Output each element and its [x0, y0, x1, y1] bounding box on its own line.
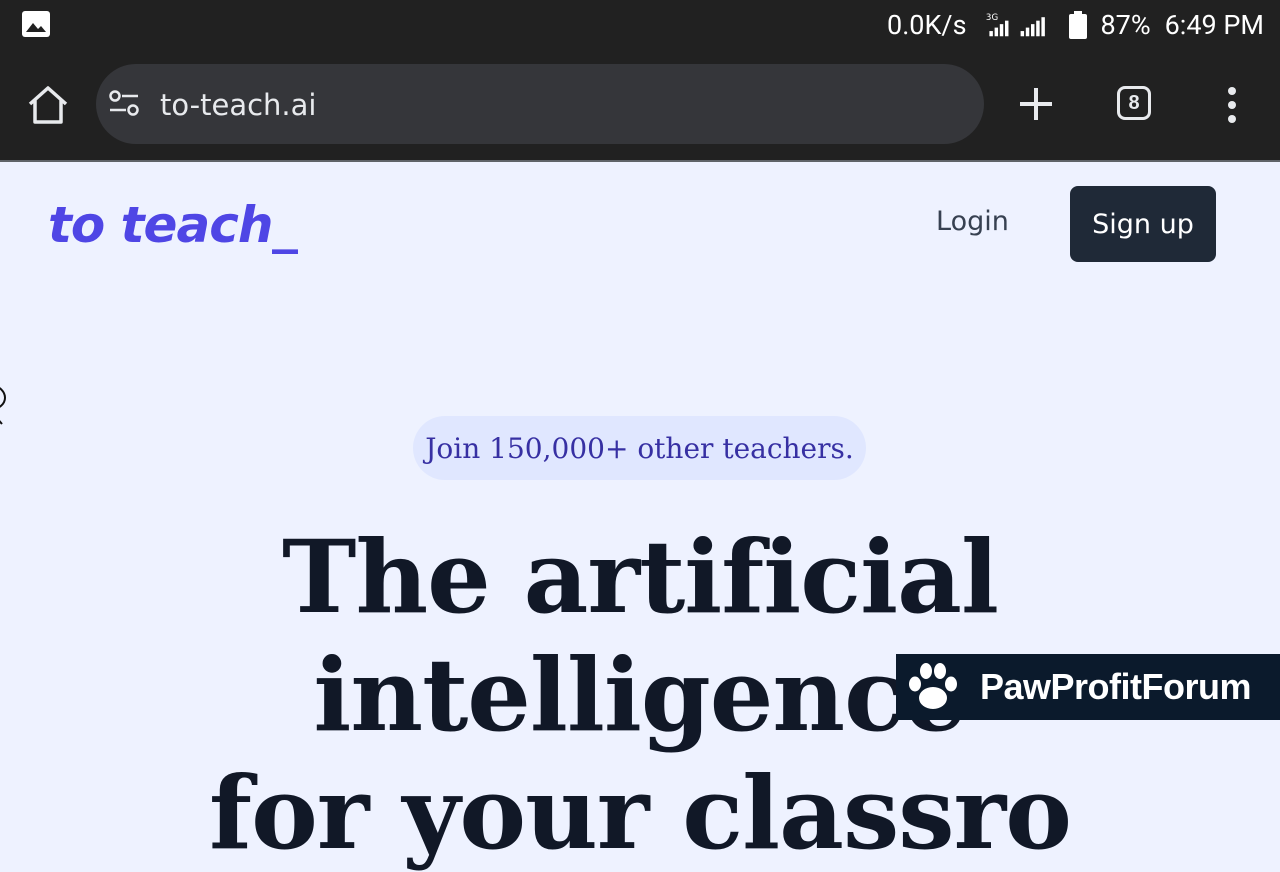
signup-button[interactable]: Sign up — [1070, 186, 1216, 262]
svg-text:3G: 3G — [985, 13, 997, 23]
tab-switcher-button[interactable]: 8 — [1117, 86, 1151, 120]
toolbar-divider — [0, 160, 1280, 162]
login-link[interactable]: Login — [936, 206, 1009, 237]
image-icon — [22, 11, 50, 37]
social-proof-badge: Join 150,000+ other teachers. — [413, 416, 866, 480]
home-icon[interactable] — [26, 84, 70, 126]
status-bar: 0.0K/s 3G 87% 6:49 PM — [0, 0, 1280, 50]
url-text[interactable]: to-teach.ai — [160, 86, 316, 124]
signal-icon: 3G — [985, 13, 1045, 37]
network-speed: 0.0K/s — [887, 9, 967, 41]
headline-line-2: for your classro — [209, 754, 1072, 872]
site-logo[interactable]: to teach_ — [48, 196, 297, 254]
new-tab-icon[interactable] — [1014, 82, 1058, 126]
site-settings-icon[interactable] — [106, 86, 142, 122]
tab-count: 8 — [1128, 91, 1140, 114]
watermark-text: PawProfitForum — [980, 666, 1252, 707]
battery-percent: 87% — [1100, 9, 1151, 41]
battery-icon — [1068, 11, 1087, 39]
watermark: PawProfitForum — [896, 654, 1280, 720]
more-menu-icon[interactable] — [1222, 86, 1242, 124]
paw-icon — [909, 663, 957, 709]
cursor-icon — [0, 387, 6, 425]
clock: 6:49 PM — [1164, 9, 1264, 41]
